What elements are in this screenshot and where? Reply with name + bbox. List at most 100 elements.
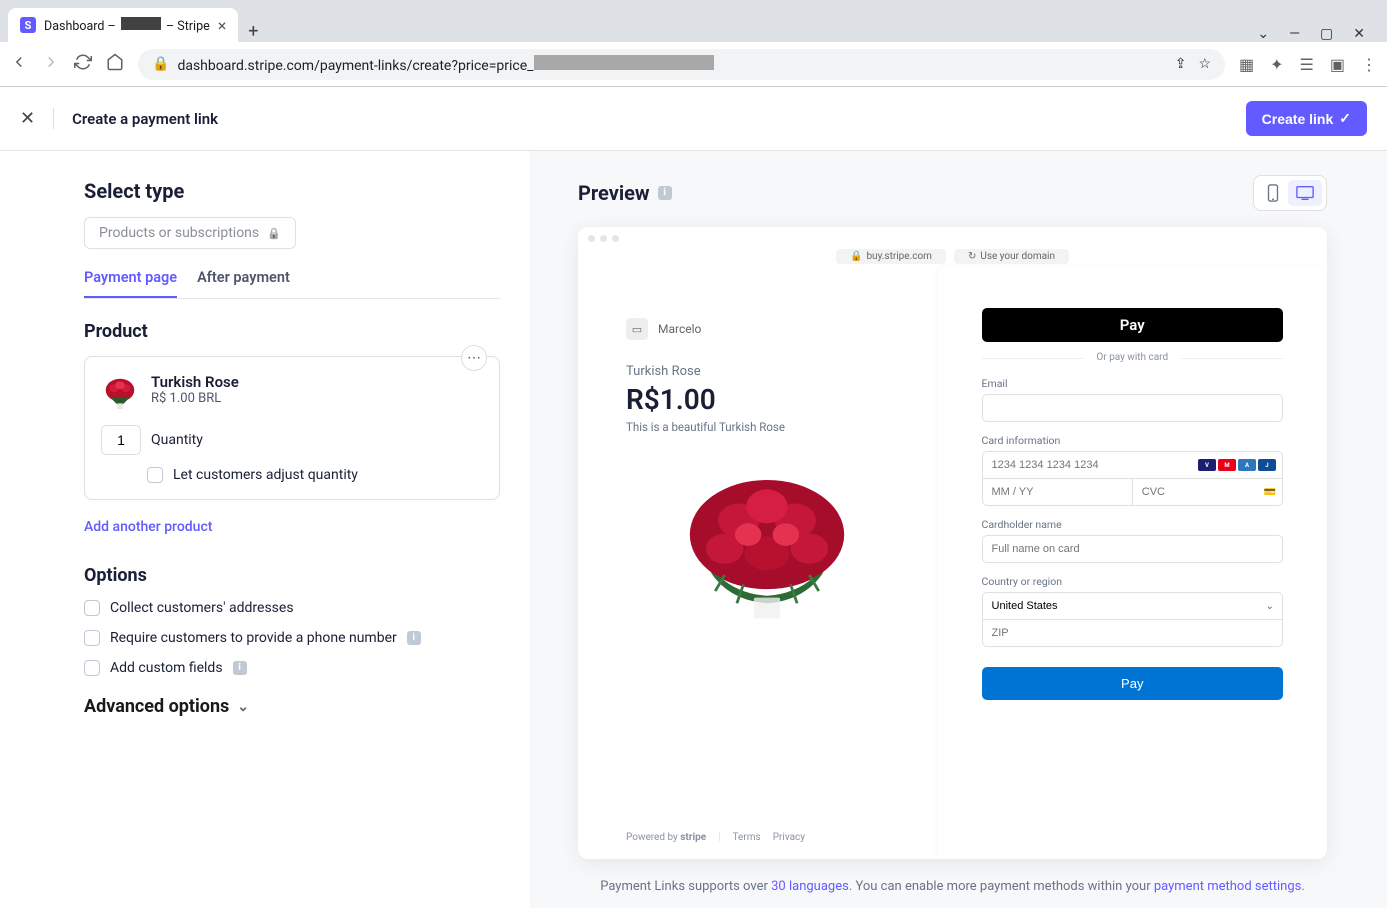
type-selector-locked: Products or subscriptions	[84, 217, 296, 249]
card-info-label: Card information	[982, 434, 1283, 447]
device-toggle	[1253, 175, 1327, 211]
merchant-icon: ▭	[626, 318, 648, 340]
create-link-button[interactable]: Create link ✓	[1246, 101, 1367, 136]
info-icon[interactable]: i	[233, 661, 247, 675]
quantity-input[interactable]	[101, 425, 141, 455]
browser-chrome: S Dashboard – – Stripe × + ⌄ ― ▢ ✕ 🔒 das…	[0, 0, 1387, 87]
preview-product-description: This is a beautiful Turkish Rose	[626, 420, 908, 434]
require-phone-checkbox[interactable]	[84, 630, 100, 646]
email-input[interactable]	[982, 394, 1283, 422]
tab-strip: S Dashboard – – Stripe × + ⌄ ― ▢ ✕	[0, 0, 1387, 42]
tab-payment-page[interactable]: Payment page	[84, 269, 177, 298]
mobile-preview-button[interactable]	[1258, 180, 1288, 206]
check-icon: ✓	[1339, 110, 1351, 127]
card-brand-icons: V M A J	[1198, 459, 1282, 471]
collect-addresses-label: Collect customers' addresses	[110, 600, 294, 616]
cardholder-label: Cardholder name	[982, 518, 1283, 531]
new-tab-button[interactable]: +	[248, 21, 258, 42]
url-field[interactable]: 🔒 dashboard.stripe.com/payment-links/cre…	[138, 49, 1225, 80]
close-icon[interactable]: ✕	[20, 108, 54, 129]
footer-note: Payment Links supports over 30 languages…	[578, 877, 1327, 897]
stripe-favicon: S	[20, 17, 36, 33]
require-phone-label: Require customers to provide a phone num…	[110, 630, 397, 646]
browser-tab[interactable]: S Dashboard – – Stripe ×	[8, 8, 238, 42]
quantity-label: Quantity	[151, 432, 203, 448]
side-panel-icon[interactable]: ▣	[1330, 55, 1345, 74]
options-heading: Options	[84, 565, 500, 586]
star-icon[interactable]: ☆	[1198, 56, 1211, 72]
preview-url-bar: 🔒 buy.stripe.com ↻ Use your domain	[578, 249, 1327, 268]
main-content: Select type Products or subscriptions Pa…	[0, 151, 1387, 908]
info-icon[interactable]: i	[407, 631, 421, 645]
share-icon[interactable]: ⇪	[1175, 56, 1187, 72]
adjust-quantity-checkbox[interactable]	[147, 467, 163, 483]
menu-dots-icon[interactable]: ⋮	[1361, 55, 1377, 74]
country-select[interactable]: United States	[983, 593, 1266, 619]
merchant-name: Marcelo	[658, 322, 701, 336]
lock-icon	[267, 225, 281, 241]
chevron-down-icon: ⌄	[237, 699, 249, 715]
info-icon[interactable]: i	[658, 186, 672, 200]
chevron-down-icon: ⌄	[1266, 601, 1282, 612]
apple-pay-button[interactable]: Pay	[982, 308, 1283, 342]
preview-product-title: Turkish Rose	[626, 364, 908, 379]
country-label: Country or region	[982, 575, 1283, 588]
advanced-options-toggle[interactable]: Advanced options ⌄	[84, 696, 500, 717]
add-another-product-link[interactable]: Add another product	[84, 519, 212, 535]
desktop-preview-button[interactable]	[1288, 180, 1322, 206]
languages-link[interactable]: 30 languages	[771, 879, 849, 894]
payment-method-settings-link[interactable]: payment method settings	[1154, 879, 1302, 894]
zip-input[interactable]	[983, 620, 1282, 646]
back-icon[interactable]	[10, 53, 28, 75]
product-thumbnail	[101, 373, 139, 411]
tab-after-payment[interactable]: After payment	[197, 269, 290, 298]
custom-fields-label: Add custom fields	[110, 660, 223, 676]
reload-icon[interactable]	[74, 53, 92, 75]
preview-checkout-form: Pay Or pay with card Email Card informat…	[938, 268, 1327, 859]
privacy-link[interactable]: Privacy	[773, 832, 805, 843]
expiry-input[interactable]	[983, 479, 1132, 505]
extensions-puzzle-icon[interactable]: ✦	[1270, 55, 1283, 74]
page-title: Create a payment link	[72, 110, 218, 128]
extension-icon[interactable]: ▦	[1239, 55, 1254, 74]
email-label: Email	[982, 377, 1283, 390]
custom-fields-checkbox[interactable]	[84, 660, 100, 676]
preview-footer-links: Powered by stripe | Terms Privacy	[626, 832, 908, 843]
pay-button[interactable]: Pay	[982, 667, 1283, 700]
close-tab-icon[interactable]: ×	[218, 16, 227, 35]
app-header: ✕ Create a payment link Create link ✓	[0, 87, 1387, 151]
window-controls: ⌄ ― ▢ ✕	[1257, 26, 1379, 42]
product-price: R$ 1.00 BRL	[151, 391, 239, 406]
cvc-input[interactable]	[1133, 479, 1264, 505]
card-number-input[interactable]	[983, 452, 1198, 478]
cvc-card-icon: 💳	[1264, 487, 1282, 498]
adjust-quantity-label: Let customers adjust quantity	[173, 467, 358, 483]
cardholder-input[interactable]	[982, 535, 1283, 563]
preview-titlebar	[578, 227, 1327, 249]
product-more-button[interactable]: ⋯	[461, 345, 487, 371]
product-card: ⋯ Turkish Rose R$ 1.00 BRL Quantity Let …	[84, 356, 500, 500]
minimize-icon[interactable]: ―	[1289, 26, 1300, 42]
chevron-down-icon[interactable]: ⌄	[1257, 26, 1269, 42]
address-bar: 🔒 dashboard.stripe.com/payment-links/cre…	[0, 42, 1387, 86]
select-type-heading: Select type	[84, 179, 500, 203]
preview-domain-pill: 🔒 buy.stripe.com	[836, 249, 946, 264]
product-name: Turkish Rose	[151, 373, 239, 391]
maximize-icon[interactable]: ▢	[1320, 26, 1333, 42]
preview-panel: Preview i 🔒 buy.stripe.com ↻ Use your do…	[530, 151, 1387, 908]
forward-icon	[42, 53, 60, 75]
product-heading: Product	[84, 321, 500, 342]
preview-heading: Preview i	[578, 181, 672, 205]
configuration-panel: Select type Products or subscriptions Pa…	[0, 151, 530, 908]
lock-icon: 🔒	[152, 56, 169, 72]
tab-title: Dashboard – – Stripe	[44, 17, 210, 34]
use-your-domain-button[interactable]: ↻ Use your domain	[954, 249, 1069, 264]
close-window-icon[interactable]: ✕	[1353, 26, 1365, 42]
preview-product-image	[672, 464, 862, 624]
home-icon[interactable]	[106, 53, 124, 75]
preview-summary: ▭ Marcelo Turkish Rose R$1.00 This is a …	[578, 268, 938, 859]
reading-list-icon[interactable]: ☰	[1300, 55, 1314, 74]
preview-window: 🔒 buy.stripe.com ↻ Use your domain ▭ Mar…	[578, 227, 1327, 859]
terms-link[interactable]: Terms	[733, 832, 761, 843]
collect-addresses-checkbox[interactable]	[84, 600, 100, 616]
